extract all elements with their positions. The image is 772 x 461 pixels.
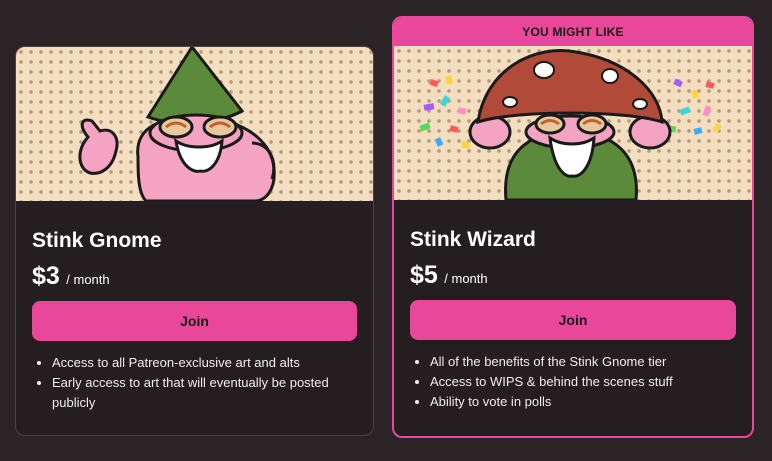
tier-price: $5	[410, 261, 438, 289]
benefits-list: Access to all Patreon-exclusive art and …	[32, 353, 357, 413]
benefit-item: All of the benefits of the Stink Gnome t…	[430, 352, 736, 372]
benefit-item: Access to WIPS & behind the scenes stuff	[430, 372, 736, 392]
tier-period: / month	[66, 272, 110, 287]
tier-price-row: $5 / month	[410, 260, 736, 290]
tier-card-stink-wizard: YOU MIGHT LIKE Stink Wizard $5 / month J…	[392, 16, 754, 438]
tier-artwork-gnome	[16, 47, 373, 201]
benefits-list: All of the benefits of the Stink Gnome t…	[410, 352, 736, 412]
tier-artwork-wizard	[394, 46, 752, 200]
tier-price: $3	[32, 262, 60, 290]
tier-card-stink-gnome: Stink Gnome $3 / month Join Access to al…	[15, 46, 374, 436]
tier-price-row: $3 / month	[32, 261, 357, 291]
sparkles-icon	[419, 75, 471, 149]
recommended-badge: YOU MIGHT LIKE	[394, 18, 752, 46]
gnome-illustration	[78, 47, 276, 201]
benefit-item: Access to all Patreon-exclusive art and …	[52, 353, 357, 373]
tiers-page: Stink Gnome $3 / month Join Access to al…	[0, 0, 772, 461]
wizard-illustration	[419, 49, 722, 200]
tier-name: Stink Gnome	[32, 229, 162, 252]
tier-period: / month	[444, 271, 488, 286]
join-button[interactable]: Join	[32, 301, 357, 341]
tier-name: Stink Wizard	[410, 228, 536, 251]
join-button[interactable]: Join	[410, 300, 736, 340]
benefit-item: Ability to vote in polls	[430, 392, 736, 412]
benefit-item: Early access to art that will eventually…	[52, 373, 357, 413]
